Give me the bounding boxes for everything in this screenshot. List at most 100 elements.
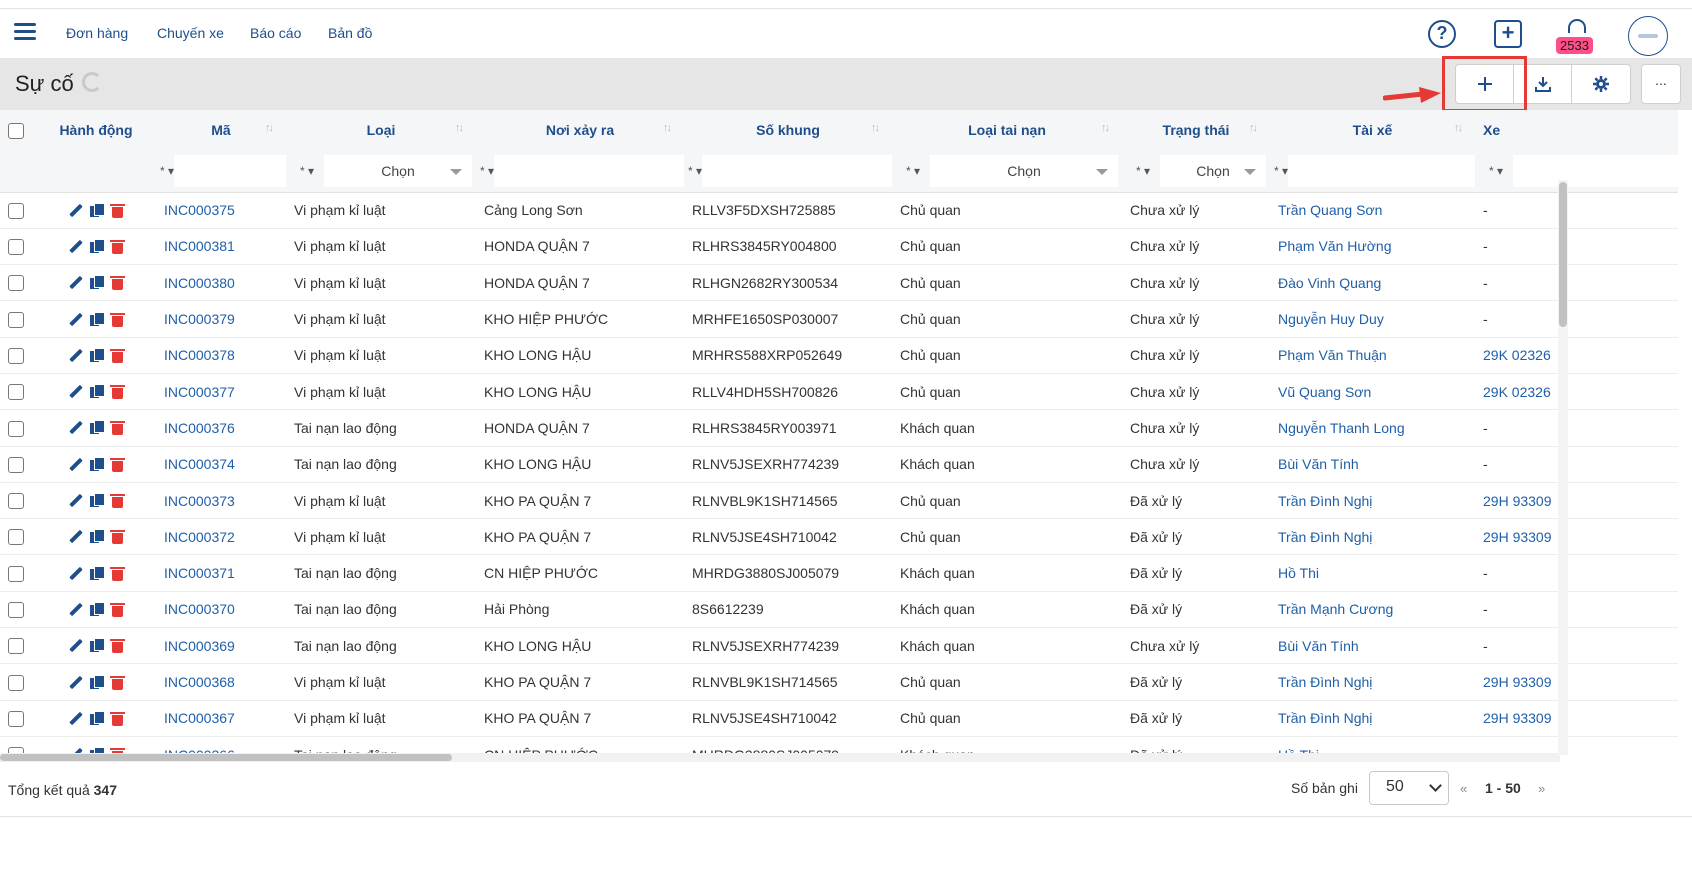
filter-status-select[interactable]: Chọn (1160, 154, 1266, 187)
sort-icon[interactable]: ↑↓ (1101, 122, 1110, 134)
prev-page-button[interactable]: « (1460, 781, 1467, 796)
driver-link[interactable]: Đào Vinh Quang (1270, 264, 1475, 302)
table-row[interactable]: INC000379 Vi phạm kỉ luật KHO HIỆP PHƯỚC MR… (0, 300, 1678, 338)
filter-driver-input[interactable] (1288, 154, 1475, 187)
driver-link[interactable]: Nguyễn Thanh Long (1270, 409, 1475, 447)
driver-link[interactable]: Bùi Văn Tính (1270, 446, 1475, 483)
vehicle-link[interactable]: 29K 02326 (1475, 373, 1678, 411)
menu-icon[interactable] (14, 23, 36, 41)
edit-icon[interactable] (68, 602, 83, 617)
copy-icon[interactable] (89, 238, 105, 254)
vehicle-link[interactable]: 29H 93309 (1475, 482, 1678, 520)
delete-icon[interactable] (109, 203, 125, 218)
filter-operator[interactable]: * ▾ (290, 164, 324, 178)
edit-icon[interactable] (68, 348, 83, 363)
copy-icon[interactable] (89, 674, 105, 690)
edit-icon[interactable] (68, 420, 83, 435)
copy-icon[interactable] (89, 565, 105, 581)
table-row[interactable]: INC000381 Vi phạm kỉ luật HONDA QUẬN 7 RLHR… (0, 228, 1678, 266)
filter-operator[interactable]: * ▾ (1274, 164, 1288, 178)
col-header-type[interactable]: Loại ↑↓ (286, 110, 476, 150)
row-checkbox[interactable] (8, 420, 24, 437)
incident-code-link[interactable]: INC000372 (156, 518, 286, 556)
delete-icon[interactable] (109, 602, 125, 617)
edit-icon[interactable] (68, 312, 83, 327)
delete-icon[interactable] (109, 675, 125, 690)
horizontal-scrollbar[interactable] (0, 753, 1560, 762)
row-checkbox[interactable] (8, 239, 24, 256)
row-checkbox[interactable] (8, 674, 24, 691)
edit-icon[interactable] (68, 275, 83, 290)
delete-icon[interactable] (109, 493, 125, 509)
driver-link[interactable]: Phạm Văn Hường (1270, 228, 1475, 266)
row-checkbox[interactable] (8, 384, 24, 401)
sort-icon[interactable]: ↑↓ (871, 122, 880, 134)
filter-type-select[interactable]: Chọn (324, 154, 472, 187)
delete-icon[interactable] (109, 275, 125, 291)
col-header-code[interactable]: Mã ↑↓ (156, 110, 286, 150)
table-row[interactable]: INC000372 Vi phạm kỉ luật KHO PA QUẬN 7 RLN… (0, 518, 1678, 556)
delete-icon[interactable] (109, 312, 125, 327)
copy-icon[interactable] (89, 493, 105, 508)
driver-link[interactable]: Vũ Quang Sơn (1270, 373, 1475, 411)
edit-icon[interactable] (68, 493, 83, 508)
incident-code-link[interactable]: INC000371 (156, 554, 286, 592)
notification-button[interactable]: 2533 (1556, 17, 1602, 57)
filter-code-input[interactable] (174, 154, 286, 187)
sort-icon[interactable]: ↑↓ (663, 122, 672, 134)
page-size-select[interactable]: 50 (1369, 771, 1449, 805)
scrollbar-thumb[interactable] (1559, 182, 1567, 327)
col-header-status[interactable]: Trạng thái ↑↓ (1122, 110, 1270, 150)
filter-operator[interactable]: * ▾ (896, 164, 930, 178)
nav-link-reports[interactable]: Báo cáo (250, 25, 301, 41)
row-checkbox[interactable] (8, 275, 24, 292)
help-icon[interactable]: ? (1428, 20, 1456, 48)
copy-icon[interactable] (89, 347, 105, 363)
table-row[interactable]: INC000380 Vi phạm kỉ luật HONDA QUẬN 7 RLHG… (0, 264, 1678, 302)
edit-icon[interactable] (68, 711, 83, 726)
edit-icon[interactable] (68, 566, 83, 581)
delete-icon[interactable] (109, 239, 125, 254)
delete-icon[interactable] (109, 566, 125, 581)
row-checkbox[interactable] (8, 638, 24, 655)
driver-link[interactable]: Trần Đình Nghị (1270, 700, 1475, 737)
edit-icon[interactable] (68, 638, 83, 653)
table-row[interactable]: INC000370 Tai nạn lao động Hải Phòng 8S6612… (0, 591, 1678, 629)
table-row[interactable]: INC000377 Vi phạm kỉ luật KHO LONG HẬU RLLV… (0, 373, 1678, 411)
incident-code-link[interactable]: INC000375 (156, 192, 286, 229)
delete-icon[interactable] (109, 529, 125, 545)
table-row[interactable]: INC000373 Vi phạm kỉ luật KHO PA QUẬN 7 RLN… (0, 482, 1678, 520)
download-button[interactable] (1514, 65, 1572, 103)
vehicle-link[interactable]: 29H 93309 (1475, 663, 1678, 701)
driver-link[interactable]: Trần Mạnh Cương (1270, 591, 1475, 629)
filter-vehicle-input[interactable] (1513, 154, 1678, 187)
filter-operator[interactable]: * ▾ (160, 164, 174, 178)
driver-link[interactable]: Trần Đình Nghị (1270, 663, 1475, 701)
row-checkbox[interactable] (8, 565, 24, 582)
col-header-place[interactable]: Nơi xảy ra ↑↓ (476, 110, 684, 150)
incident-code-link[interactable]: INC000374 (156, 446, 286, 483)
row-checkbox[interactable] (8, 456, 24, 473)
sort-icon[interactable]: ↑↓ (265, 122, 274, 134)
incident-code-link[interactable]: INC000380 (156, 264, 286, 302)
add-button[interactable] (1456, 65, 1514, 103)
copy-icon[interactable] (89, 311, 105, 327)
filter-operator[interactable]: * ▾ (480, 164, 494, 178)
incident-code-link[interactable]: INC000377 (156, 373, 286, 411)
delete-icon[interactable] (109, 638, 125, 654)
vehicle-link[interactable]: 29H 93309 (1475, 518, 1678, 556)
copy-icon[interactable] (89, 275, 105, 290)
nav-link-orders[interactable]: Đơn hàng (66, 25, 128, 41)
driver-link[interactable]: Phạm Văn Thuận (1270, 337, 1475, 374)
row-checkbox[interactable] (8, 529, 24, 546)
delete-icon[interactable] (109, 457, 125, 472)
edit-icon[interactable] (68, 384, 83, 399)
sort-icon[interactable]: ↑↓ (1454, 122, 1463, 134)
copy-icon[interactable] (89, 638, 105, 653)
filter-operator[interactable]: * ▾ (688, 164, 702, 178)
delete-icon[interactable] (109, 711, 125, 726)
edit-icon[interactable] (68, 239, 83, 254)
copy-icon[interactable] (89, 202, 105, 218)
vertical-scrollbar[interactable] (1558, 180, 1568, 755)
vehicle-link[interactable]: 29K 02326 (1475, 337, 1678, 374)
